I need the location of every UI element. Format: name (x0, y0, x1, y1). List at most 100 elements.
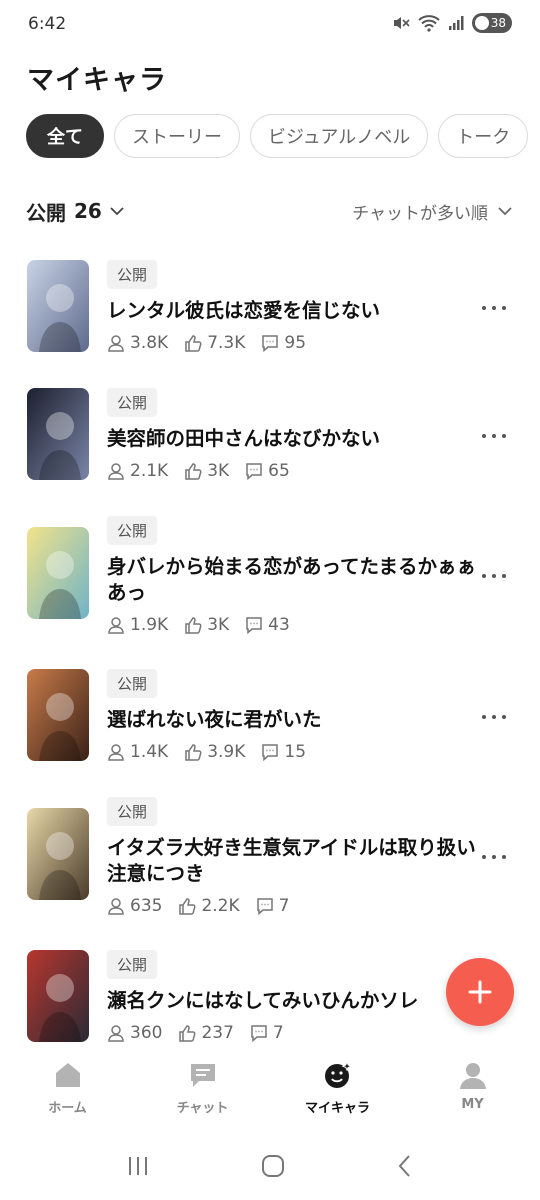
comments-stat: 95 (261, 333, 306, 353)
chat-icon (190, 1064, 215, 1087)
likes-stat: 3.9K (184, 742, 245, 762)
home-icon (55, 1063, 80, 1087)
character-title: レンタル彼氏は恋愛を信じない (107, 299, 381, 322)
nav-home[interactable]: ホーム (0, 1046, 135, 1132)
nav-my[interactable]: MY (405, 1046, 540, 1132)
likes-count: 3K (207, 461, 230, 481)
character-thumbnail (27, 808, 89, 900)
home-button-icon[interactable] (261, 1154, 285, 1178)
likes-count: 7.3K (207, 333, 246, 353)
comments-count: 43 (268, 615, 290, 635)
nav-my-character-label: マイキャラ (304, 1101, 370, 1116)
mute-icon (394, 17, 410, 29)
filter-tabs: 全て ストーリー ビジュアルノベル トーク (26, 114, 529, 158)
comments-stat: 15 (261, 742, 306, 762)
status-bar: 6:42 38 (0, 0, 540, 48)
users-count: 1.9K (130, 615, 169, 635)
visibility-badge: 公開 (107, 950, 158, 979)
users-count: 635 (130, 896, 163, 916)
comment-icon (262, 335, 279, 352)
recent-apps-icon[interactable] (126, 1155, 150, 1177)
visibility-filter-dropdown[interactable]: 公開 26 (26, 197, 124, 226)
visibility-badge: 公開 (107, 669, 158, 698)
profile-icon (459, 1063, 486, 1089)
character-stats: 2.1K 3K 65 (107, 461, 480, 481)
nav-chat[interactable]: チャット (135, 1046, 270, 1132)
thumbs-up-icon (185, 744, 202, 761)
comment-icon (262, 744, 279, 761)
character-info: 公開 美容師の田中さんはなびかない 2.1K 3K 65 (107, 388, 480, 481)
my-character-icon (324, 1060, 353, 1088)
status-icons: 38 (392, 13, 512, 33)
character-thumbnail (27, 669, 89, 761)
tab-all[interactable]: 全て (26, 114, 104, 158)
character-list: 公開 レンタル彼氏は恋愛を信じない 3.8K 7.3K 95 公開 美容師の田中… (0, 245, 540, 1045)
tab-visual-novel[interactable]: ビジュアルノベル (250, 114, 429, 158)
users-stat: 1.9K (107, 615, 168, 635)
users-stat: 360 (107, 1023, 162, 1043)
users-count: 360 (130, 1023, 163, 1043)
comment-icon (251, 1025, 267, 1042)
users-stat: 1.4K (107, 742, 168, 762)
character-title: 選ばれない夜に君がいた (107, 708, 322, 731)
comments-stat: 43 (245, 615, 290, 635)
bottom-nav: ホーム チャット マイキャラ MY (0, 1046, 540, 1132)
nav-home-label: ホーム (48, 1101, 87, 1116)
user-icon (108, 617, 124, 634)
comments-stat: 7 (250, 1023, 284, 1043)
visibility-badge: 公開 (107, 516, 158, 545)
tab-talk[interactable]: トーク (438, 114, 529, 158)
wifi-icon (418, 15, 440, 32)
character-info: 公開 瀬名クンにはなしてみいひんかソレ 360 237 7 (107, 950, 480, 1043)
create-character-button[interactable] (446, 958, 514, 1026)
likes-count: 3K (207, 615, 230, 635)
character-thumbnail (27, 388, 89, 480)
nav-chat-label: チャット (176, 1101, 229, 1116)
plus-icon (468, 980, 492, 1004)
nav-my-character[interactable]: マイキャラ (270, 1046, 405, 1132)
more-options-button[interactable] (482, 847, 506, 867)
character-info: 公開 レンタル彼氏は恋愛を信じない 3.8K 7.3K 95 (107, 260, 480, 353)
likes-count: 2.2K (201, 896, 240, 916)
more-options-button[interactable] (482, 707, 506, 727)
battery-level: 38 (490, 16, 506, 30)
character-stats: 1.9K 3K 43 (107, 615, 480, 635)
tab-story[interactable]: ストーリー (114, 114, 240, 158)
character-thumbnail (27, 950, 89, 1042)
user-icon (108, 1025, 124, 1042)
signal-icon (449, 16, 464, 30)
nav-my-label: MY (461, 1097, 484, 1112)
character-count: 26 (74, 199, 102, 223)
page-title: マイキャラ (27, 65, 167, 96)
sort-dropdown[interactable]: チャットが多い順 (352, 199, 512, 224)
user-icon (108, 744, 124, 761)
comment-icon (246, 617, 262, 634)
user-icon (108, 463, 124, 480)
character-info: 公開 身バレから始まる恋があってたまるかぁぁあっ 1.9K 3K 43 (107, 516, 480, 635)
users-stat: 3.8K (107, 333, 168, 353)
likes-stat: 237 (178, 1023, 234, 1043)
character-stats: 635 2.2K 7 (107, 896, 480, 916)
comments-count: 65 (268, 461, 290, 481)
character-thumbnail (27, 260, 89, 352)
users-stat: 2.1K (107, 461, 168, 481)
back-icon[interactable] (396, 1154, 414, 1178)
visibility-badge: 公開 (107, 260, 158, 289)
likes-stat: 3K (184, 615, 229, 635)
system-nav (0, 1132, 540, 1200)
users-count: 2.1K (130, 461, 169, 481)
character-title: 身バレから始まる恋があってたまるかぁぁあっ (107, 555, 476, 604)
thumbs-up-icon (179, 898, 196, 915)
character-info: 公開 イタズラ大好き生意気アイドルは取り扱い注意につき 635 2.2K 7 (107, 797, 480, 916)
battery-icon: 38 (472, 13, 512, 33)
more-options-button[interactable] (482, 566, 506, 586)
more-options-button[interactable] (482, 426, 506, 446)
visibility-badge: 公開 (107, 388, 158, 417)
likes-count: 237 (201, 1023, 234, 1043)
more-options-button[interactable] (482, 298, 506, 318)
users-stat: 635 (107, 896, 162, 916)
user-icon (108, 898, 124, 915)
character-title: イタズラ大好き生意気アイドルは取り扱い注意につき (107, 836, 476, 885)
character-info: 公開 選ばれない夜に君がいた 1.4K 3.9K 15 (107, 669, 480, 762)
chevron-down-icon (498, 207, 512, 216)
